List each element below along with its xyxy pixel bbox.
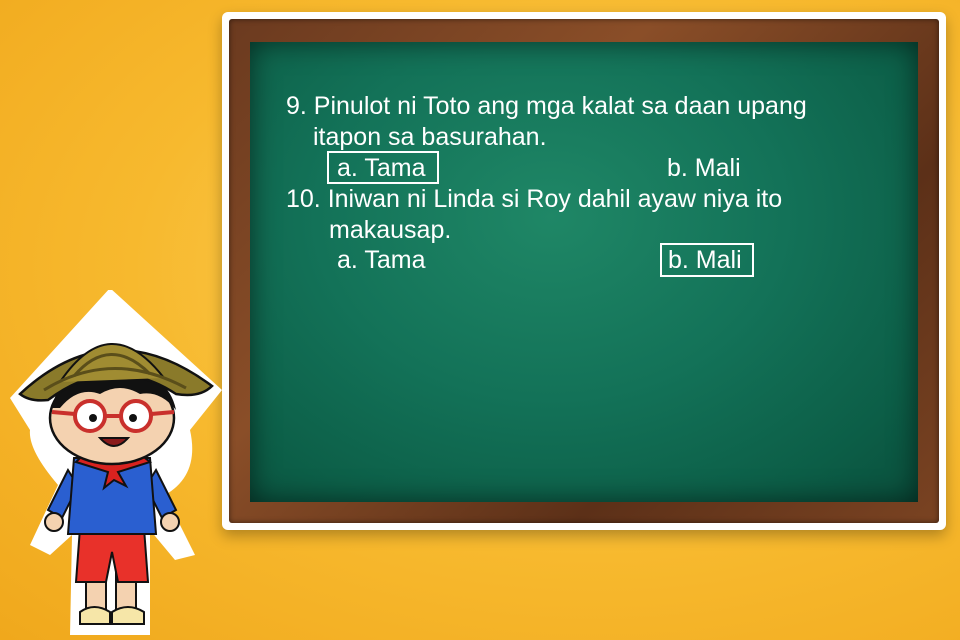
question-10-option-b[interactable]: b. Mali [668, 245, 742, 276]
question-9-option-a[interactable]: a. Tama [337, 153, 425, 184]
question-10-line-2: makausap. [329, 216, 452, 244]
boy-with-salakot-illustration [10, 290, 222, 635]
question-10-option-a[interactable]: a. Tama [337, 245, 425, 276]
question-9-line-2: itapon sa basurahan. [313, 123, 547, 151]
question-9-option-b[interactable]: b. Mali [667, 153, 741, 184]
quiz-slide: 9. Pinulot ni Toto ang mga kalat sa daan… [0, 0, 960, 640]
question-10-line-1: 10. Iniwan ni Linda si Roy dahil ayaw ni… [286, 185, 783, 213]
question-9-line-1: 9. Pinulot ni Toto ang mga kalat sa daan… [286, 92, 807, 120]
